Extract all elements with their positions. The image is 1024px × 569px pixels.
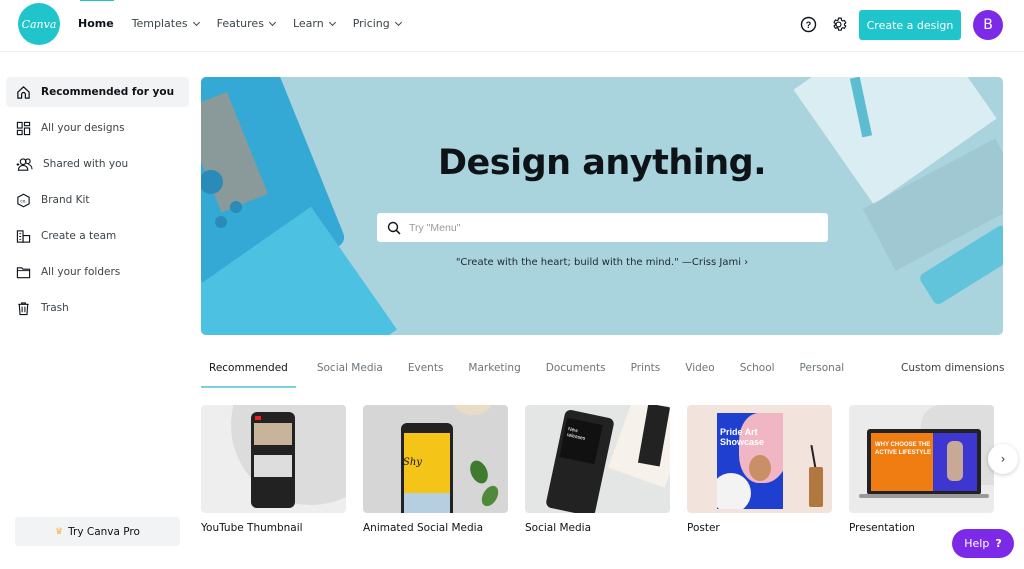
hero-banner: Design anything. "Create with the heart;… <box>201 77 1003 335</box>
avatar[interactable]: B <box>973 10 1003 40</box>
chevron-right-icon: › <box>1000 452 1006 466</box>
hero-quote-link[interactable]: "Create with the heart; build with the m… <box>201 257 1003 268</box>
nav-learn[interactable]: Learn <box>292 17 336 30</box>
chevron-down-icon <box>268 18 276 26</box>
canva-logo[interactable]: Canva <box>18 3 60 45</box>
chevron-down-icon <box>328 18 336 26</box>
card-thumbnail <box>201 405 346 513</box>
help-label: Help <box>964 537 990 550</box>
svg-text:co.: co. <box>20 198 26 203</box>
sidebar-item-brand-kit[interactable]: co. Brand Kit <box>6 185 189 215</box>
category-tabs: Recommended Social Media Events Marketin… <box>201 362 853 388</box>
tab-school[interactable]: School <box>732 362 783 384</box>
tab-personal[interactable]: Personal <box>792 362 853 384</box>
nav-templates-label: Templates <box>131 17 188 30</box>
card-thumb-text: Pride Art Showcase <box>720 427 765 447</box>
try-canva-pro-label: Try Canva Pro <box>68 525 140 538</box>
sidebar-item-all-designs[interactable]: All your designs <box>6 113 189 143</box>
card-thumb-text: WHY CHOOSE THE ACTIVE LIFESTYLE <box>875 442 932 456</box>
gear-icon <box>832 17 846 31</box>
design-search-box[interactable] <box>377 213 828 242</box>
settings-button[interactable] <box>828 14 848 34</box>
nav-home[interactable]: Home <box>78 0 114 30</box>
nav-pricing[interactable]: Pricing <box>352 17 402 30</box>
sidebar-item-label: Shared with you <box>43 158 129 170</box>
tab-social-media[interactable]: Social Media <box>309 362 391 384</box>
custom-dimensions-link[interactable]: Custom dimensions <box>901 362 1004 374</box>
nav-pricing-label: Pricing <box>352 17 390 30</box>
card-thumbnail: Pride Art Showcase <box>687 405 832 513</box>
sidebar-item-shared[interactable]: Shared with you <box>6 149 189 179</box>
card-thumb-text: Shy <box>403 457 422 468</box>
sidebar: Recommended for you All your designs Sha… <box>6 77 189 329</box>
grid-icon <box>16 121 31 135</box>
tab-recommended[interactable]: Recommended <box>201 362 296 388</box>
sidebar-item-label: Trash <box>41 302 69 314</box>
brand-kit-icon: co. <box>17 193 30 207</box>
create-design-button[interactable]: Create a design <box>859 10 961 40</box>
sidebar-item-label: Recommended for you <box>41 86 175 98</box>
people-icon <box>16 157 33 171</box>
card-thumbnail: New releases <box>525 405 670 513</box>
try-canva-pro-button[interactable]: ♛ Try Canva Pro <box>15 517 180 546</box>
avatar-initial: B <box>983 17 993 33</box>
hero-title: Design anything. <box>437 143 767 183</box>
create-design-label: Create a design <box>866 18 954 32</box>
tab-documents[interactable]: Documents <box>538 362 614 384</box>
home-icon <box>17 85 30 99</box>
sidebar-item-create-team[interactable]: Create a team <box>6 221 189 251</box>
sidebar-item-label: Create a team <box>41 230 117 242</box>
card-label: Social Media <box>525 522 592 534</box>
chevron-down-icon <box>394 18 402 26</box>
design-card-animated-social-media[interactable]: Shy Animated Social Media <box>363 405 508 534</box>
tab-video[interactable]: Video <box>677 362 722 384</box>
carousel-next-button[interactable]: › <box>988 444 1018 474</box>
search-icon <box>387 221 401 235</box>
trash-icon <box>18 301 29 315</box>
top-nav-bar: Canva Home Templates Features Learn Pric… <box>0 0 1024 52</box>
help-button[interactable]: Help ? <box>952 529 1014 558</box>
sidebar-item-trash[interactable]: Trash <box>6 293 189 323</box>
logo-text: Canva <box>21 17 57 31</box>
chevron-down-icon <box>192 18 200 26</box>
nav-home-label: Home <box>78 17 114 30</box>
question-circle-icon: ? <box>800 16 816 32</box>
design-type-cards: YouTube Thumbnail Shy Animated Social Me… <box>201 405 994 534</box>
sidebar-item-label: All your designs <box>41 122 125 134</box>
design-card-social-media[interactable]: New releases Social Media <box>525 405 670 534</box>
design-card-youtube-thumbnail[interactable]: YouTube Thumbnail <box>201 405 346 534</box>
nav-features-label: Features <box>216 17 264 30</box>
sidebar-item-folders[interactable]: All your folders <box>6 257 189 287</box>
design-card-presentation[interactable]: WHY CHOOSE THE ACTIVE LIFESTYLE Presenta… <box>849 405 994 534</box>
sidebar-item-label: Brand Kit <box>41 194 90 206</box>
team-icon <box>16 229 31 243</box>
question-icon: ? <box>995 537 1002 550</box>
card-thumbnail: Shy <box>363 405 508 513</box>
card-label: Poster <box>687 522 720 534</box>
crown-icon: ♛ <box>55 526 64 537</box>
tab-events[interactable]: Events <box>400 362 452 384</box>
card-thumbnail: WHY CHOOSE THE ACTIVE LIFESTYLE <box>849 405 994 513</box>
svg-text:?: ? <box>805 20 811 30</box>
tab-marketing[interactable]: Marketing <box>460 362 528 384</box>
folder-icon <box>16 266 31 278</box>
card-label: YouTube Thumbnail <box>201 522 303 534</box>
nav-learn-label: Learn <box>292 17 324 30</box>
hero-background-art <box>201 77 1003 335</box>
design-search-input[interactable] <box>409 221 809 234</box>
help-center-button[interactable]: ? <box>798 14 818 34</box>
design-card-poster[interactable]: Pride Art Showcase Poster <box>687 405 832 534</box>
nav-templates[interactable]: Templates <box>131 17 200 30</box>
tab-prints[interactable]: Prints <box>623 362 669 384</box>
sidebar-item-recommended[interactable]: Recommended for you <box>6 77 189 107</box>
sidebar-item-label: All your folders <box>41 266 121 278</box>
main-nav: Home Templates Features Learn Pricing <box>78 0 419 30</box>
nav-features[interactable]: Features <box>216 17 276 30</box>
card-label: Animated Social Media <box>363 522 484 534</box>
